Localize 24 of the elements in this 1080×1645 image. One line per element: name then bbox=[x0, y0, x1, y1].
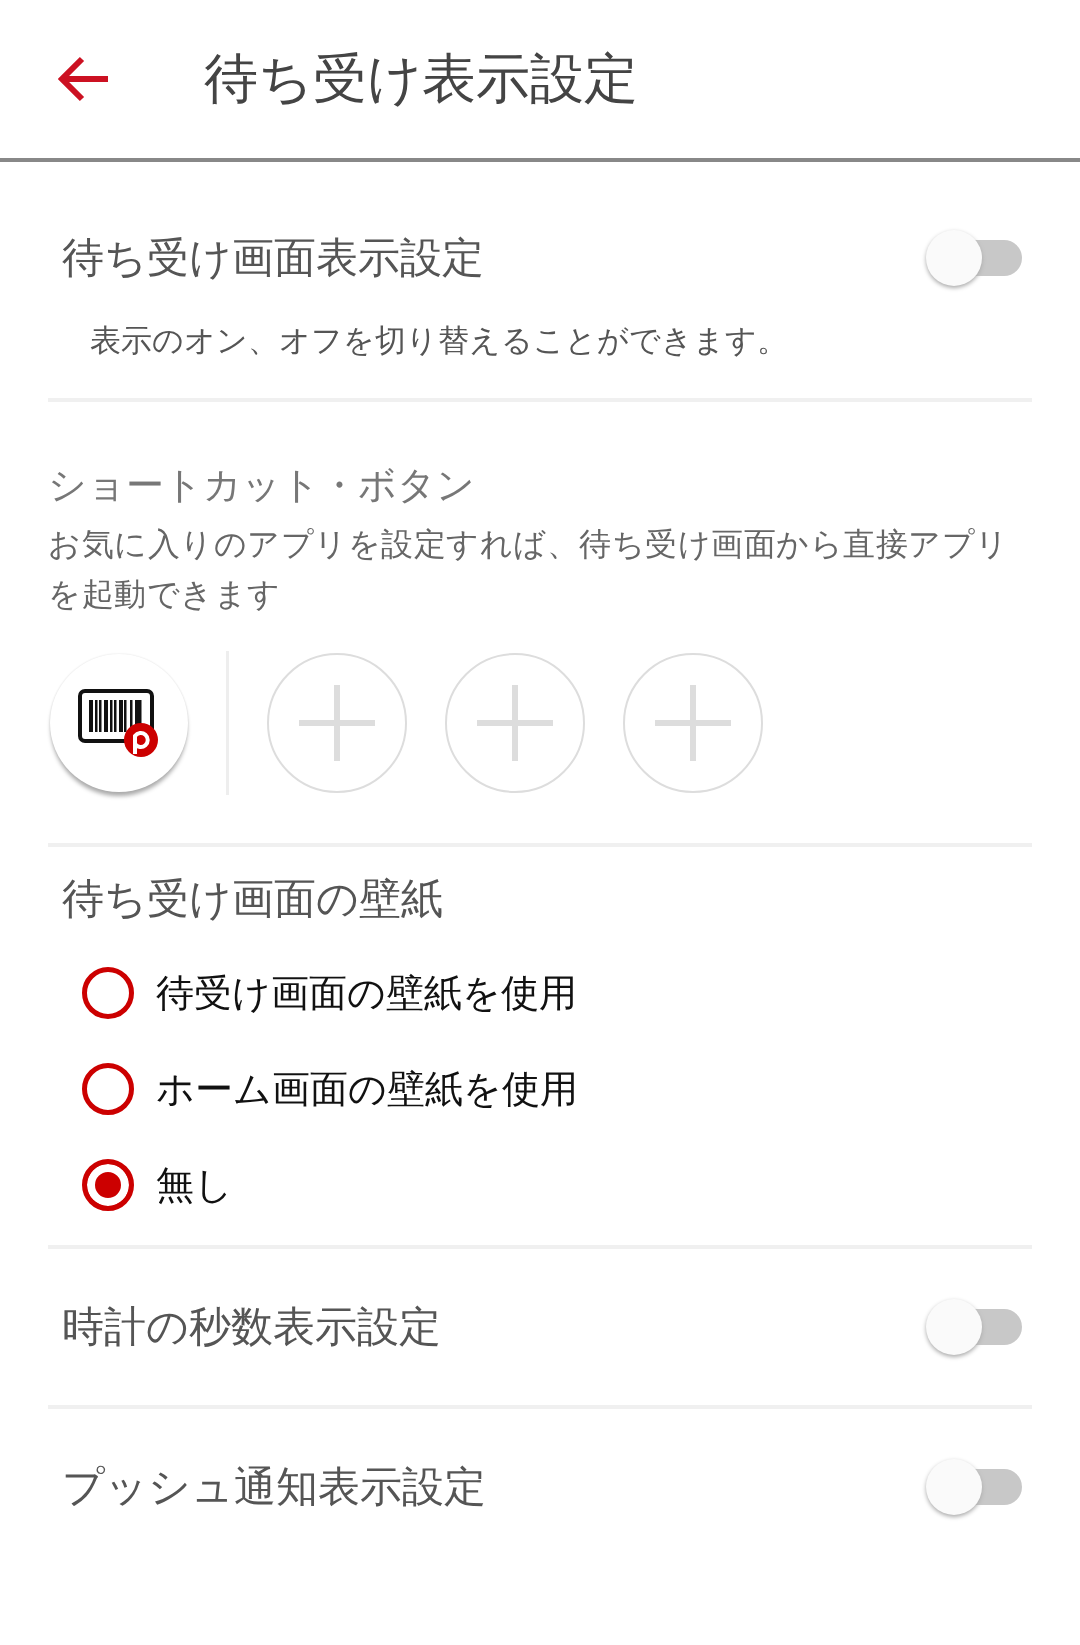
option-label[interactable]: 無し bbox=[156, 1159, 233, 1211]
plus-icon bbox=[653, 683, 733, 763]
radio-button[interactable] bbox=[82, 1159, 134, 1211]
add-shortcut-button[interactable] bbox=[267, 653, 407, 793]
barcode-icon bbox=[77, 688, 161, 758]
setting-description: 表示のオン、オフを切り替えることができます。 bbox=[89, 321, 789, 360]
section-title: 待ち受け画面の壁紙 bbox=[61, 873, 444, 925]
toggle-switch[interactable] bbox=[926, 230, 1022, 286]
radio-button[interactable] bbox=[82, 1063, 134, 1115]
setting-title: 時計の秒数表示設定 bbox=[62, 1301, 441, 1353]
plus-icon bbox=[475, 683, 555, 763]
radio-button[interactable] bbox=[82, 967, 134, 1019]
add-shortcut-button[interactable] bbox=[445, 653, 585, 793]
add-shortcut-button[interactable] bbox=[623, 653, 763, 793]
plus-icon bbox=[297, 683, 377, 763]
setting-title: プッシュ通知表示設定 bbox=[62, 1461, 486, 1513]
setting-title: 待ち受け画面表示設定 bbox=[62, 232, 484, 284]
toggle-switch[interactable] bbox=[926, 1299, 1022, 1355]
section-description: お気に入りのアプリを設定すれば、待ち受け画面から直接アプリを起動できます bbox=[48, 524, 1010, 615]
option-label[interactable]: 待受け画面の壁紙を使用 bbox=[156, 967, 577, 1019]
toggle-switch[interactable] bbox=[926, 1459, 1022, 1515]
page-title: 待ち受け表示設定 bbox=[204, 45, 638, 112]
section-title: ショートカット・ボタン bbox=[48, 462, 476, 509]
option-label[interactable]: ホーム画面の壁紙を使用 bbox=[156, 1063, 578, 1115]
